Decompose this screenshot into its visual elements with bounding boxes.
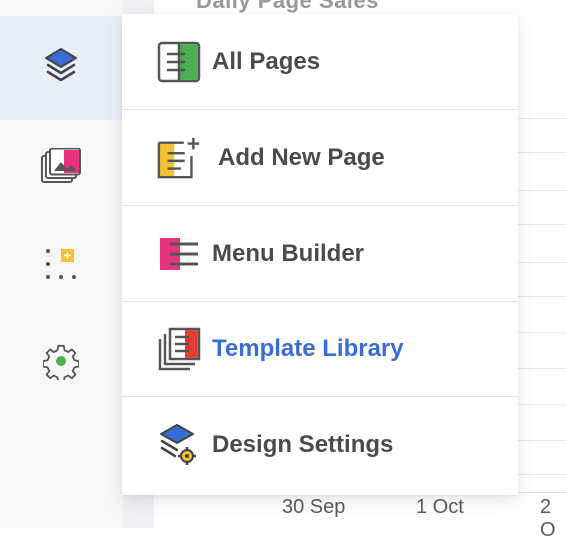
grid-line xyxy=(518,440,566,441)
add-page-icon xyxy=(156,135,202,181)
rail-item-settings[interactable] xyxy=(0,312,122,416)
left-rail xyxy=(0,0,122,528)
grid-line xyxy=(518,332,566,333)
menu-item-design-settings[interactable]: Design Settings xyxy=(122,397,518,492)
grid-line xyxy=(518,190,566,191)
grid-line xyxy=(518,262,566,263)
grid-line xyxy=(518,404,566,405)
x-tick-label: 1 Oct xyxy=(416,496,464,518)
design-settings-icon xyxy=(156,422,202,468)
menu-item-all-pages[interactable]: All Pages xyxy=(122,14,518,110)
menu-item-label: Design Settings xyxy=(212,430,394,458)
grid-line xyxy=(518,296,566,297)
all-pages-icon xyxy=(156,39,202,85)
menu-item-label: All Pages xyxy=(212,47,321,75)
x-tick-label: 2 O xyxy=(540,496,556,541)
pages-dropdown-menu: All Pages Add New Page Menu Builder Temp… xyxy=(122,14,518,495)
grid-line xyxy=(518,152,566,153)
rail-item-widgets[interactable] xyxy=(0,214,122,318)
menu-item-label: Add New Page xyxy=(218,143,385,171)
menu-builder-icon xyxy=(156,231,202,277)
grid-line xyxy=(518,474,566,475)
grid-line xyxy=(518,224,566,225)
menu-item-label: Menu Builder xyxy=(212,239,365,267)
media-gallery-icon xyxy=(40,147,82,189)
gear-icon xyxy=(42,344,80,385)
menu-item-add-new-page[interactable]: Add New Page xyxy=(122,110,518,206)
grid-line xyxy=(518,118,566,119)
grid-line xyxy=(518,368,566,369)
rail-item-pages[interactable] xyxy=(0,16,122,120)
layers-icon xyxy=(43,46,79,91)
menu-item-menu-builder[interactable]: Menu Builder xyxy=(122,206,518,302)
menu-item-label: Template Library xyxy=(212,334,404,362)
menu-item-template-library[interactable]: Template Library xyxy=(122,301,518,397)
x-tick-label: 30 Sep xyxy=(282,496,346,518)
background-title: Daily Page Sales xyxy=(196,0,379,13)
rail-item-media[interactable] xyxy=(0,116,122,220)
widgets-grid-icon xyxy=(44,247,78,286)
template-library-icon xyxy=(156,326,202,372)
